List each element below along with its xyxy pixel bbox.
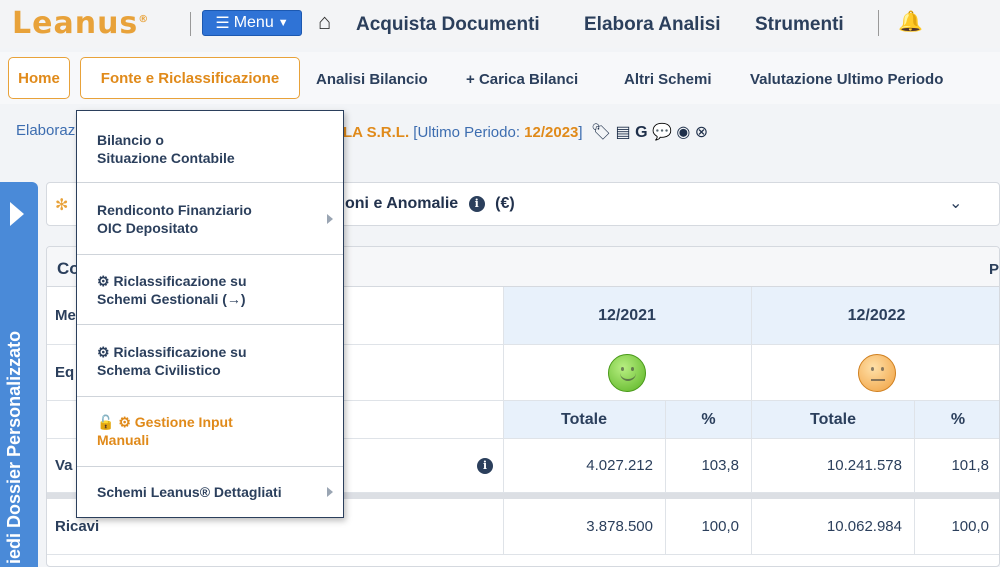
company-info: LA S.R.L. [Ultimo Periodo: 12/2023] 🏷 ▤ …	[343, 122, 708, 142]
caret-down-icon: ▼	[277, 17, 289, 29]
column-header-pct: %	[915, 401, 999, 438]
period-label: [Ultimo Periodo:	[413, 124, 520, 141]
link-carica-bilanci[interactable]: + Carica Bilanci	[466, 71, 578, 88]
value-cell: 103,8	[701, 457, 739, 474]
smiley-cell	[503, 345, 751, 400]
panel-title: oni e Anomalie i (€)	[345, 195, 515, 213]
side-dossier-label: iedi Dossier Personalizzato	[4, 330, 24, 564]
link-analisi-bilancio[interactable]: Analisi Bilancio	[316, 71, 428, 88]
tag-icon[interactable]: 🏷	[591, 124, 611, 141]
chevron-right-icon	[10, 202, 24, 226]
submenu-arrow-icon	[327, 487, 333, 497]
breadcrumb: Elaboraz	[16, 122, 76, 139]
panel-header-right: P	[989, 261, 1000, 278]
info-icon[interactable]: i	[468, 195, 485, 212]
value-cell: 100,0	[951, 518, 989, 535]
menu-button[interactable]: ☰ Menu ▼	[202, 10, 302, 36]
top-bar: Leanus® ☰ Menu ▼ ⌂ Acquista Documenti El…	[0, 0, 1000, 48]
row-label: Me	[55, 307, 76, 324]
info-icon[interactable]: i	[477, 439, 493, 492]
menu-item-line: Schema Civilistico	[97, 362, 221, 378]
menu-item-rendiconto[interactable]: Rendiconto Finanziario OIC Depositato	[77, 183, 343, 255]
value-cell: 4.027.212	[586, 457, 653, 474]
menu-item-riclass-civilistico[interactable]: ⚙ Riclassificazione su Schema Civilistico	[77, 325, 343, 397]
tab-fonte-e-riclassificazione[interactable]: Fonte e Riclassificazione	[80, 57, 300, 99]
unit-label: (€)	[495, 195, 515, 212]
menu-label: Menu	[233, 14, 274, 31]
happy-face-icon	[608, 353, 646, 392]
google-icon[interactable]: G	[635, 124, 647, 141]
menu-item-line: Manuali	[97, 432, 150, 448]
gear-icon: ✻	[55, 197, 69, 214]
company-name[interactable]: LA S.R.L.	[343, 124, 409, 141]
nav-acquista-documenti[interactable]: Acquista Documenti	[356, 14, 540, 36]
row-label: Eq	[55, 364, 75, 381]
column-header-totale: Totale	[503, 401, 665, 438]
menu-item-line: 🔓 ⚙ Gestione Input	[97, 414, 233, 430]
comments-icon[interactable]: 💬	[652, 124, 672, 141]
value-cell: 10.241.578	[826, 457, 902, 474]
chevron-down-icon[interactable]: ⌄	[949, 193, 962, 213]
smiley-cell	[752, 345, 999, 400]
menu-item-line: Schemi Gestionali (→)	[97, 291, 246, 307]
column-header-pct: %	[666, 401, 751, 438]
close-circle-icon[interactable]: ⊗	[695, 124, 708, 141]
fonte-dropdown-menu: Bilancio o Situazione Contabile Rendicont…	[76, 110, 344, 518]
sub-navigation: Home Fonte e Riclassificazione Analisi B…	[0, 52, 1000, 104]
link-label: Carica Bilanci	[478, 71, 579, 88]
column-header-totale: Totale	[752, 401, 914, 438]
nav-strumenti[interactable]: Strumenti	[755, 14, 844, 36]
period-header: 12/2022	[752, 287, 999, 344]
row-label: Va	[55, 457, 73, 474]
link-altri-schemi[interactable]: Altri Schemi	[624, 71, 712, 88]
value-cell: 101,8	[951, 457, 989, 474]
menu-item-line: ⚙ Riclassificazione su	[97, 273, 247, 289]
panel-title-text: oni e Anomalie	[345, 195, 459, 212]
menu-item-line: Situazione Contabile	[97, 150, 235, 166]
menu-item-schemi-dettagliati[interactable]: Schemi Leanus® Dettagliati	[77, 467, 343, 517]
menu-item-line: OIC Depositato	[97, 220, 199, 236]
plus-icon: +	[466, 71, 475, 88]
home-icon[interactable]: ⌂	[318, 9, 331, 35]
tab-home[interactable]: Home	[8, 57, 70, 99]
menu-item-riclass-gestionali[interactable]: ⚙ Riclassificazione su Schemi Gestionali …	[77, 255, 343, 325]
hamburger-icon: ☰	[215, 15, 230, 32]
leanus-logo[interactable]: Leanus®	[12, 6, 149, 41]
menu-item-gestione-input[interactable]: 🔓 ⚙ Gestione Input Manuali	[77, 397, 343, 467]
id-card-icon[interactable]: ▤	[616, 124, 631, 141]
period-header: 12/2021	[503, 287, 751, 344]
link-valutazione-ultimo-periodo[interactable]: Valutazione Ultimo Periodo	[750, 71, 943, 88]
bell-icon[interactable]: 🔔	[898, 9, 923, 34]
value-cell: 10.062.984	[826, 518, 902, 535]
menu-item-line: ⚙ Riclassificazione su	[97, 344, 247, 360]
neutral-face-icon	[857, 353, 896, 392]
period-close: ]	[578, 124, 583, 141]
value-cell: 3.878.500	[586, 518, 653, 535]
divider	[878, 10, 879, 36]
eye-icon[interactable]: ◉	[676, 124, 690, 141]
nav-elabora-analisi[interactable]: Elabora Analisi	[584, 14, 721, 36]
menu-item-line: Schemi Leanus® Dettagliati	[97, 484, 282, 500]
divider	[190, 12, 191, 36]
menu-item-bilancio[interactable]: Bilancio o Situazione Contabile	[77, 111, 343, 183]
value-cell: 100,0	[701, 518, 739, 535]
submenu-arrow-icon	[327, 214, 333, 224]
period-value: 12/2023	[524, 124, 579, 141]
menu-item-line: Rendiconto Finanziario	[97, 202, 252, 218]
menu-item-line: Bilancio o	[97, 132, 164, 148]
